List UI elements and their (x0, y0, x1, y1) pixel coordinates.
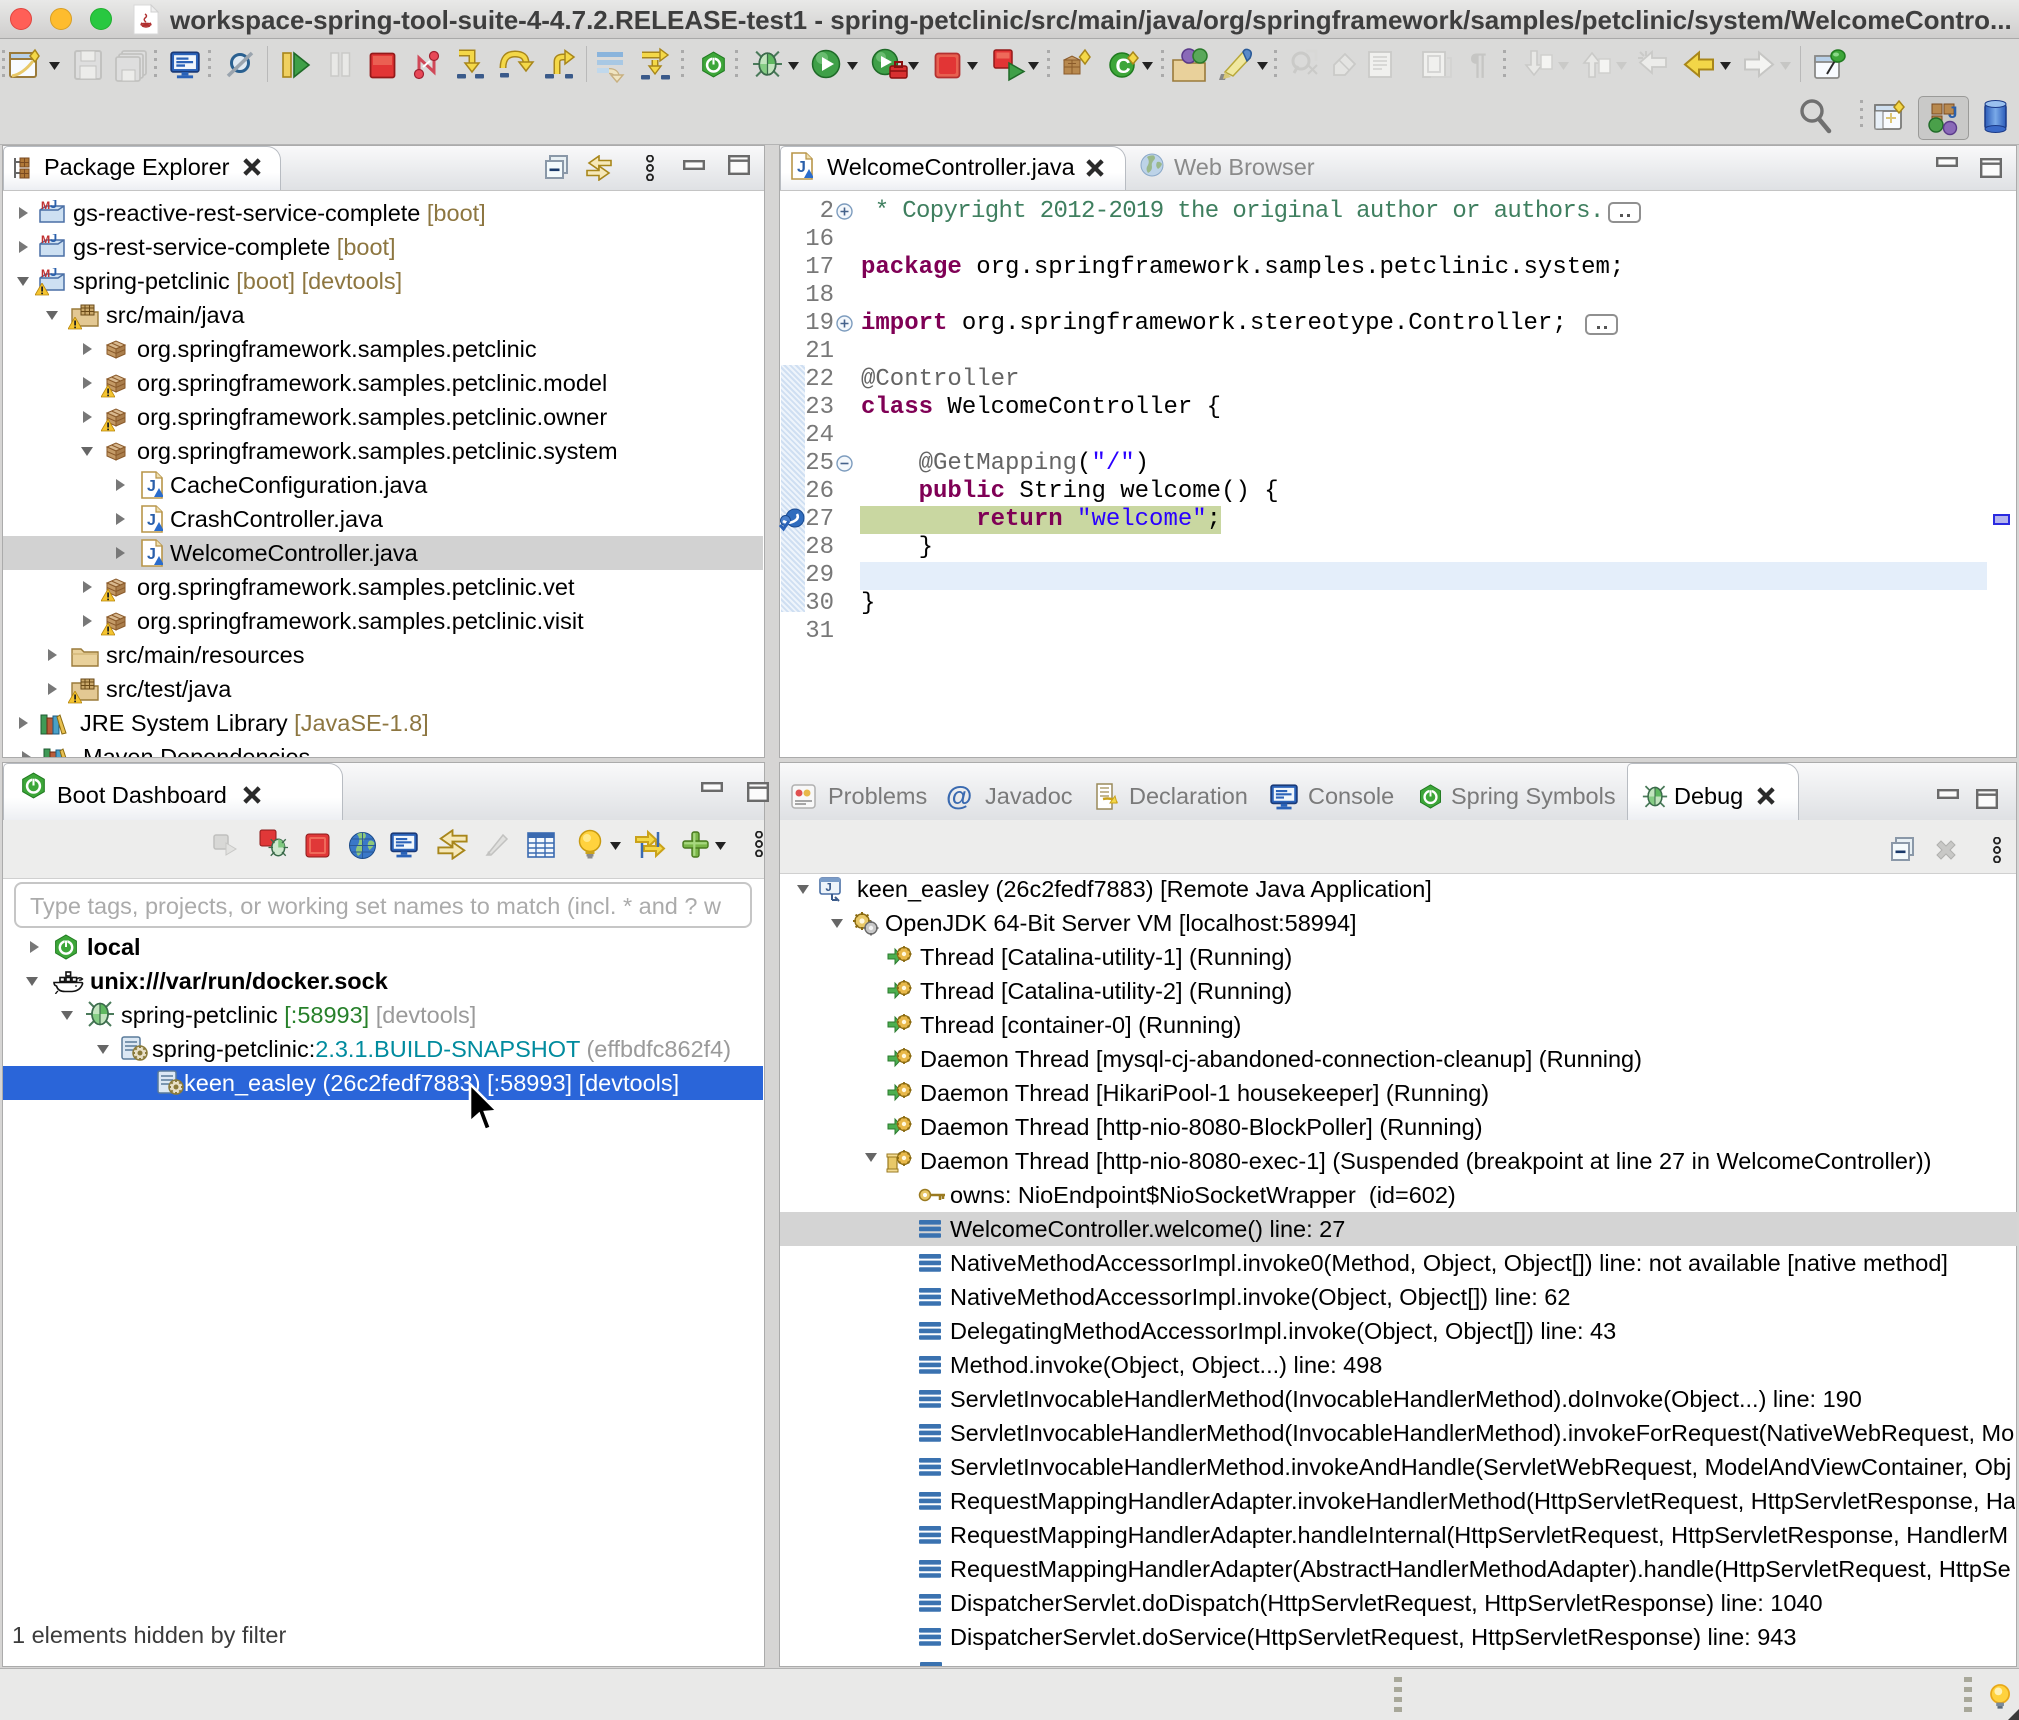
svg-text:J: J (1948, 103, 1957, 122)
